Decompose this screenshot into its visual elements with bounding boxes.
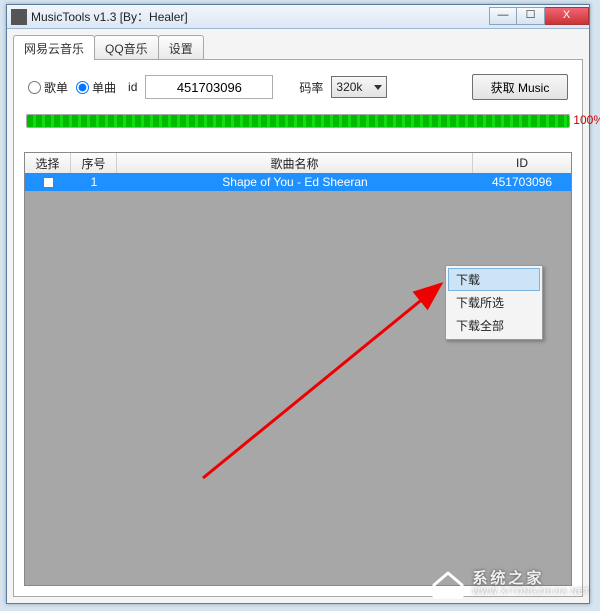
- controls-row: 歌单 单曲 id 码率 320k 获取 Music: [14, 60, 582, 114]
- td-name: Shape of You - Ed Sheeran: [117, 175, 473, 189]
- watermark-text: 系统之家 WWW.XITONGZHIJIA.NET: [472, 571, 590, 596]
- menu-download-all[interactable]: 下载全部: [448, 314, 540, 337]
- rate-label: 码率: [299, 79, 323, 96]
- td-index: 1: [71, 175, 117, 189]
- annotation-arrow: [193, 278, 458, 488]
- table-row[interactable]: 1 Shape of You - Ed Sheeran 451703096: [25, 173, 571, 191]
- progress-fill: [27, 115, 569, 127]
- id-label: id: [128, 80, 137, 94]
- results-table: 选择 序号 歌曲名称 ID 1 Shape of You - Ed Sheera…: [24, 152, 572, 586]
- td-id: 451703096: [473, 175, 571, 189]
- th-select[interactable]: 选择: [25, 153, 71, 173]
- menu-download-selected[interactable]: 下载所选: [448, 291, 540, 314]
- progress-bar: 100%: [26, 114, 570, 128]
- th-index[interactable]: 序号: [71, 153, 117, 173]
- radio-single-label: 单曲: [92, 79, 116, 96]
- app-icon: [11, 9, 27, 25]
- tab-netease[interactable]: 网易云音乐: [13, 35, 95, 60]
- tab-panel: 歌单 单曲 id 码率 320k 获取 Music 10: [13, 59, 583, 597]
- context-menu: 下载 下载所选 下载全部: [445, 265, 543, 340]
- app-window: MusicTools v1.3 [By：Healer] — ☐ X 网易云音乐 …: [6, 4, 590, 604]
- radio-single-input[interactable]: [76, 81, 89, 94]
- radio-playlist-label: 歌单: [44, 79, 68, 96]
- titlebar[interactable]: MusicTools v1.3 [By：Healer] — ☐ X: [7, 5, 589, 29]
- watermark-cn: 系统之家: [472, 571, 590, 588]
- tabstrip: 网易云音乐 QQ音乐 设置: [13, 35, 583, 60]
- watermark-icon: [430, 569, 466, 599]
- checkbox-icon[interactable]: [43, 177, 54, 188]
- radio-playlist[interactable]: 歌单: [28, 79, 68, 96]
- window-title: MusicTools v1.3 [By：Healer]: [31, 8, 489, 25]
- maximize-button[interactable]: ☐: [517, 7, 545, 25]
- close-button[interactable]: X: [545, 7, 589, 25]
- chevron-down-icon: [374, 85, 382, 90]
- th-id[interactable]: ID: [473, 153, 571, 173]
- tab-qqmusic[interactable]: QQ音乐: [94, 35, 159, 60]
- progress-percent: 100%: [573, 113, 600, 127]
- get-music-button[interactable]: 获取 Music: [472, 74, 568, 100]
- watermark-en: WWW.XITONGZHIJIA.NET: [472, 588, 590, 597]
- th-name[interactable]: 歌曲名称: [117, 153, 473, 173]
- progress-track: [26, 114, 570, 128]
- window-buttons: — ☐ X: [489, 7, 589, 27]
- rate-value: 320k: [336, 80, 362, 94]
- tab-settings[interactable]: 设置: [158, 35, 204, 60]
- watermark: 系统之家 WWW.XITONGZHIJIA.NET: [430, 569, 590, 599]
- menu-download[interactable]: 下载: [448, 268, 540, 291]
- client-area: 网易云音乐 QQ音乐 设置 歌单 单曲 id 码率 320k: [7, 29, 589, 603]
- table-header: 选择 序号 歌曲名称 ID: [25, 153, 571, 173]
- minimize-button[interactable]: —: [489, 7, 517, 25]
- id-input[interactable]: [145, 75, 273, 99]
- radio-playlist-input[interactable]: [28, 81, 41, 94]
- td-select[interactable]: [25, 177, 71, 188]
- radio-single[interactable]: 单曲: [76, 79, 116, 96]
- rate-select[interactable]: 320k: [331, 76, 387, 98]
